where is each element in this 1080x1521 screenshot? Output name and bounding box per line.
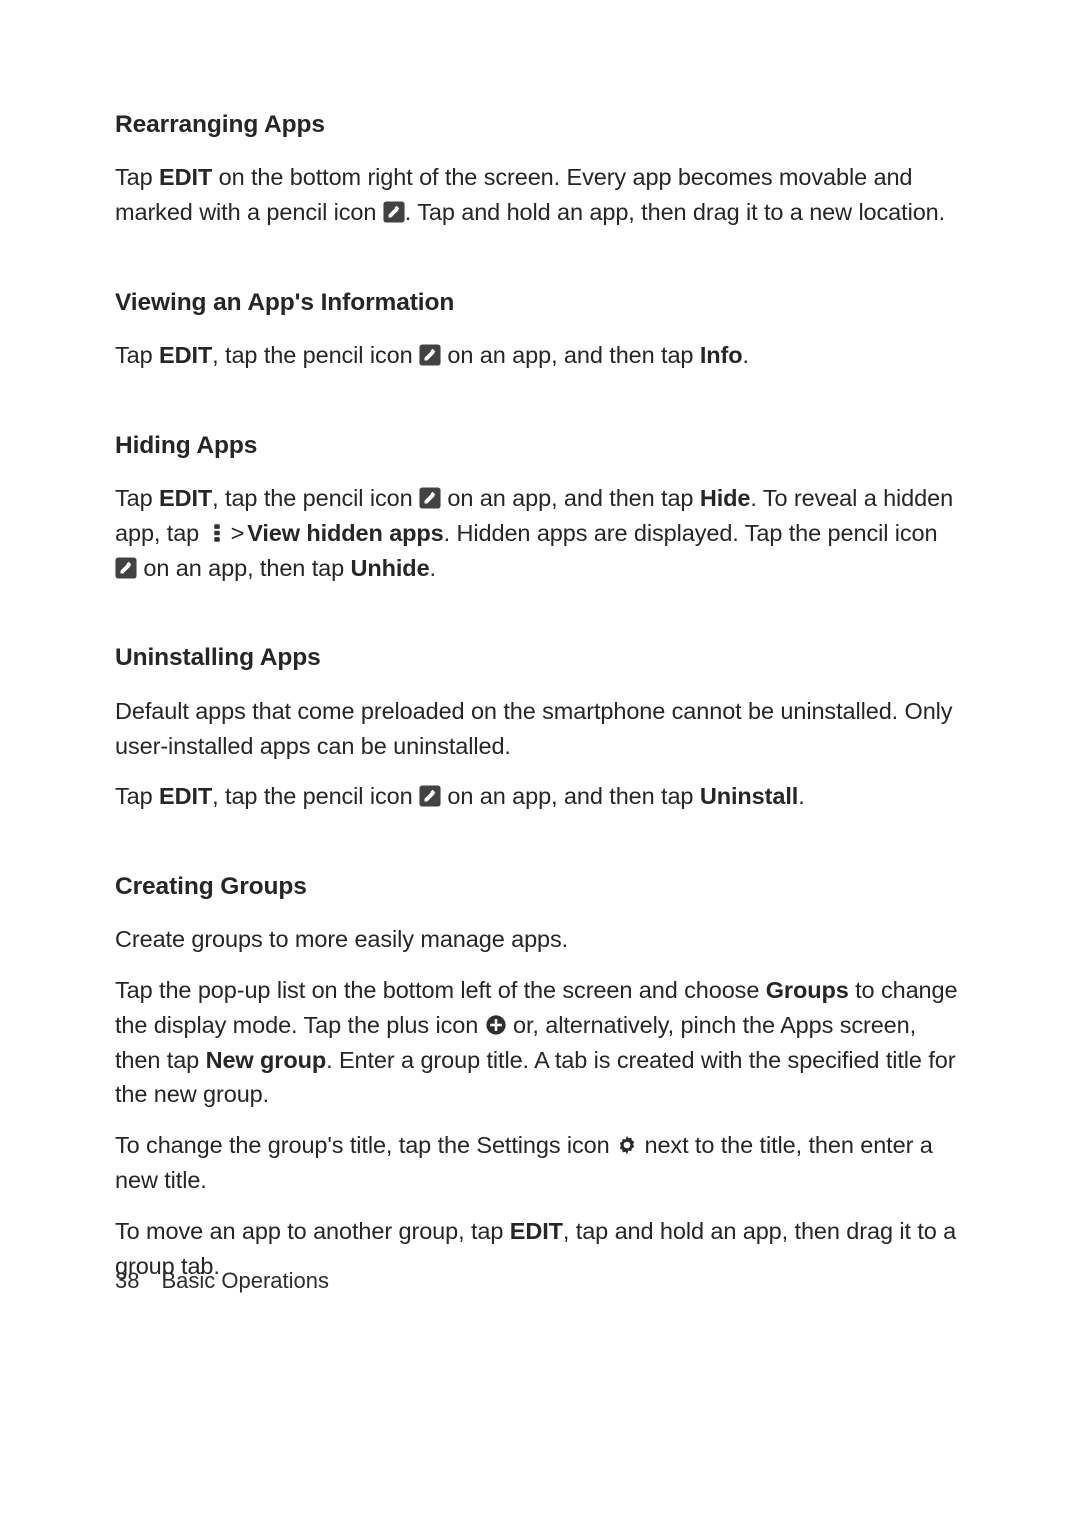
section-viewing-app-info: Viewing an App's Information Tap EDIT, t…	[115, 286, 962, 373]
paragraph: Tap EDIT on the bottom right of the scre…	[115, 160, 962, 230]
more-icon	[206, 522, 228, 544]
heading-rearranging-apps: Rearranging Apps	[115, 108, 962, 142]
heading-creating-groups: Creating Groups	[115, 870, 962, 904]
paragraph: Default apps that come preloaded on the …	[115, 694, 962, 764]
text: Tap	[115, 342, 159, 368]
label-uninstall: Uninstall	[700, 783, 798, 809]
plus-icon	[485, 1014, 507, 1036]
text: .	[430, 555, 436, 581]
text: Tap the pop-up list on the bottom left o…	[115, 977, 766, 1003]
page-number: 38	[115, 1268, 139, 1294]
label-edit: EDIT	[159, 164, 212, 190]
text: . Hidden apps are displayed. Tap the pen…	[444, 520, 938, 546]
pencil-icon	[115, 557, 137, 579]
text: , tap the pencil icon	[212, 485, 419, 511]
breadcrumb-separator: >	[228, 520, 248, 546]
heading-uninstalling-apps: Uninstalling Apps	[115, 641, 962, 675]
pencil-icon	[383, 201, 405, 223]
heading-viewing-app-info: Viewing an App's Information	[115, 286, 962, 320]
text: To move an app to another group, tap	[115, 1218, 510, 1244]
section-creating-groups: Creating Groups Create groups to more ea…	[115, 870, 962, 1283]
text: Tap	[115, 783, 159, 809]
label-edit: EDIT	[159, 783, 212, 809]
pencil-icon	[419, 487, 441, 509]
gear-icon	[616, 1134, 638, 1156]
paragraph: Tap EDIT, tap the pencil icon on an app,…	[115, 338, 962, 373]
text: on an app, and then tap	[441, 783, 700, 809]
heading-hiding-apps: Hiding Apps	[115, 429, 962, 463]
chapter-title: Basic Operations	[161, 1268, 329, 1293]
text: on an app, and then tap	[441, 342, 700, 368]
label-groups: Groups	[766, 977, 849, 1003]
pencil-icon	[419, 344, 441, 366]
paragraph: Tap EDIT, tap the pencil icon on an app,…	[115, 481, 962, 585]
label-edit: EDIT	[159, 485, 212, 511]
paragraph: To change the group's title, tap the Set…	[115, 1128, 962, 1198]
text: on an app, then tap	[137, 555, 351, 581]
text: . Tap and hold an app, then drag it to a…	[405, 199, 945, 225]
section-uninstalling-apps: Uninstalling Apps Default apps that come…	[115, 641, 962, 814]
page-footer: 38 Basic Operations	[115, 1268, 329, 1294]
text: .	[798, 783, 804, 809]
section-hiding-apps: Hiding Apps Tap EDIT, tap the pencil ico…	[115, 429, 962, 586]
manual-page: Rearranging Apps Tap EDIT on the bottom …	[0, 0, 1080, 1521]
text: Tap	[115, 164, 159, 190]
label-view-hidden-apps: View hidden apps	[247, 520, 443, 546]
label-unhide: Unhide	[351, 555, 430, 581]
paragraph: Tap EDIT, tap the pencil icon on an app,…	[115, 779, 962, 814]
paragraph: Create groups to more easily manage apps…	[115, 922, 962, 957]
text: , tap the pencil icon	[212, 342, 419, 368]
text: .	[743, 342, 749, 368]
label-info: Info	[700, 342, 743, 368]
text: Tap	[115, 485, 159, 511]
text: , tap the pencil icon	[212, 783, 419, 809]
label-edit: EDIT	[510, 1218, 563, 1244]
text: on an app, and then tap	[441, 485, 700, 511]
section-rearranging-apps: Rearranging Apps Tap EDIT on the bottom …	[115, 108, 962, 230]
paragraph: Tap the pop-up list on the bottom left o…	[115, 973, 962, 1112]
label-edit: EDIT	[159, 342, 212, 368]
pencil-icon	[419, 785, 441, 807]
text: To change the group's title, tap the Set…	[115, 1132, 616, 1158]
label-hide: Hide	[700, 485, 751, 511]
label-new-group: New group	[206, 1047, 327, 1073]
